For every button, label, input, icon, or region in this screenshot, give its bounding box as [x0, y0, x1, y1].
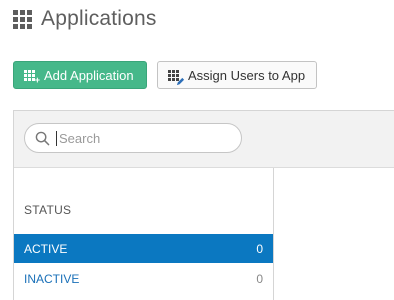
status-sidebar: STATUS ACTIVE 0 INACTIVE 0: [14, 168, 274, 300]
status-label: ACTIVE: [24, 241, 68, 256]
apps-grid-icon: [13, 9, 32, 29]
add-application-label: Add Application: [44, 67, 134, 83]
assign-users-icon: [168, 69, 185, 85]
assign-users-label: Assign Users to App: [188, 67, 306, 83]
page-header: Applications: [13, 5, 157, 33]
search-box[interactable]: [24, 123, 242, 153]
status-count: 0: [256, 241, 263, 256]
status-count: 0: [256, 271, 263, 286]
add-application-button[interactable]: + Add Application: [13, 61, 147, 89]
applications-panel: STATUS ACTIVE 0 INACTIVE 0: [13, 110, 394, 300]
add-app-icon: +: [24, 69, 40, 84]
search-bar: [14, 111, 394, 168]
status-filter-active[interactable]: ACTIVE 0: [14, 234, 273, 263]
status-label: INACTIVE: [24, 271, 80, 286]
status-filter-inactive[interactable]: INACTIVE 0: [14, 264, 273, 293]
search-icon: [35, 131, 50, 145]
search-input[interactable]: [56, 130, 229, 146]
status-heading: STATUS: [24, 203, 72, 217]
applications-page: Applications + Add Application Assign Us…: [0, 0, 394, 300]
assign-users-button[interactable]: Assign Users to App: [157, 61, 317, 89]
page-title: Applications: [41, 7, 157, 30]
